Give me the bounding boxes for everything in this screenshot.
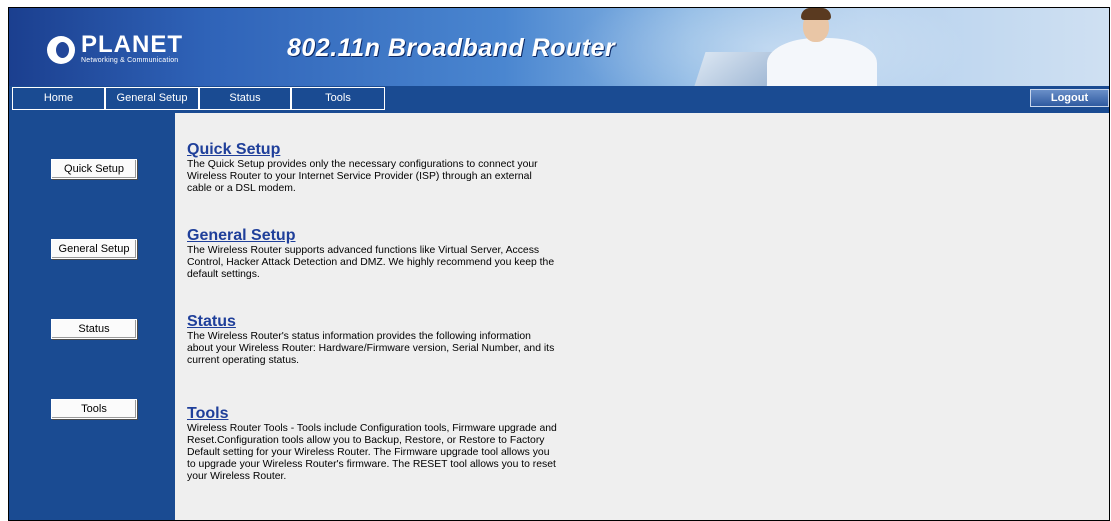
status-button[interactable]: Status bbox=[51, 319, 137, 339]
banner-photo bbox=[692, 8, 899, 86]
planet-logo: PLANET Networking & Communication bbox=[47, 31, 183, 65]
status-link[interactable]: Status bbox=[187, 314, 587, 330]
header-banner: PLANET Networking & Communication 802.11… bbox=[9, 8, 1109, 86]
nav-home[interactable]: Home bbox=[12, 87, 105, 110]
logo-tagline: Networking & Communication bbox=[81, 57, 179, 64]
status-description: The Wireless Router's status information… bbox=[187, 331, 555, 366]
nav-tools[interactable]: Tools bbox=[291, 87, 385, 110]
tools-description: Wireless Router Tools - Tools include Co… bbox=[187, 423, 557, 482]
quick-setup-description: The Quick Setup provides only the necess… bbox=[187, 159, 538, 194]
logout-button[interactable]: Logout bbox=[1030, 89, 1109, 107]
product-title: 802.11n Broadband Router bbox=[287, 34, 616, 62]
tools-link[interactable]: Tools bbox=[187, 406, 587, 422]
nav-general-setup[interactable]: General Setup bbox=[105, 87, 199, 110]
router-admin-page: PLANET Networking & Communication 802.11… bbox=[8, 7, 1110, 521]
general-setup-link[interactable]: General Setup bbox=[187, 228, 587, 244]
logo-name: PLANET bbox=[81, 31, 183, 58]
quick-setup-link[interactable]: Quick Setup bbox=[187, 142, 587, 158]
section-general-setup: General Setup The Wireless Router suppor… bbox=[187, 228, 587, 281]
section-tools: Tools Wireless Router Tools - Tools incl… bbox=[187, 406, 587, 483]
general-setup-description: The Wireless Router supports advanced fu… bbox=[187, 245, 555, 280]
planet-logo-icon bbox=[47, 35, 75, 64]
general-setup-button[interactable]: General Setup bbox=[51, 239, 137, 259]
section-status: Status The Wireless Router's status info… bbox=[187, 314, 587, 367]
top-nav: Home General Setup Status Tools Logout bbox=[9, 86, 1109, 113]
tools-button[interactable]: Tools bbox=[51, 399, 137, 419]
quick-setup-button[interactable]: Quick Setup bbox=[51, 159, 137, 179]
nav-status[interactable]: Status bbox=[199, 87, 291, 110]
sidebar: Quick Setup General Setup Status Tools bbox=[9, 113, 175, 520]
section-quick-setup: Quick Setup The Quick Setup provides onl… bbox=[187, 142, 587, 195]
